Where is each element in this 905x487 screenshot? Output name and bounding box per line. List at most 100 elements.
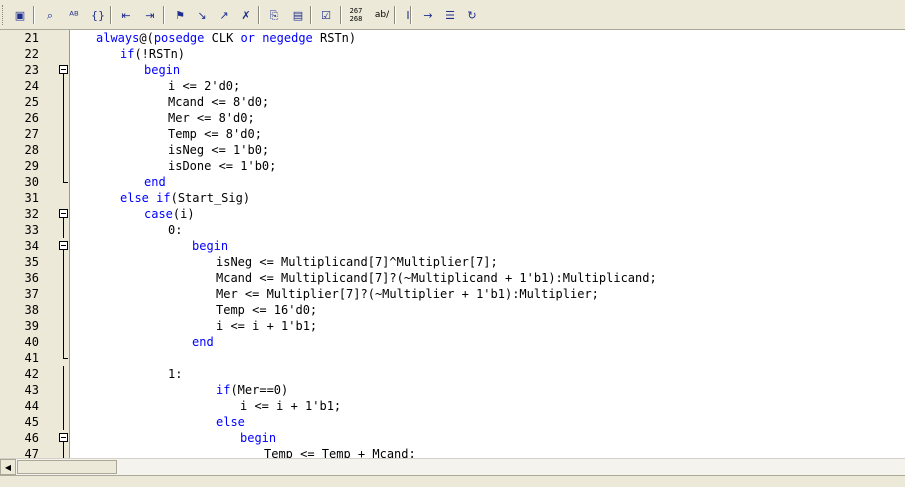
braces-button[interactable]: {} <box>88 5 108 25</box>
code-line[interactable]: 42 1: <box>0 366 905 382</box>
code-line[interactable]: 23 begin <box>0 62 905 78</box>
cursor-button[interactable]: I <box>398 5 418 25</box>
code-line[interactable]: 32 case(i) <box>0 206 905 222</box>
toolbar-separator <box>110 6 111 24</box>
code-line[interactable]: 31 else if(Start_Sig) <box>0 190 905 206</box>
list-button[interactable]: ☰ <box>440 5 460 25</box>
line-number: 29 <box>24 159 39 173</box>
code-line[interactable]: 44 i <= i + 1'b1; <box>0 398 905 414</box>
code-line[interactable]: 30 end <box>0 174 905 190</box>
insert-file-icon: ⎘ <box>269 8 279 22</box>
spell-check-button[interactable]: ab/ <box>372 5 392 25</box>
code-line[interactable]: 28 isNeg <= 1'b0; <box>0 142 905 158</box>
bookmark-toggle-button[interactable]: ⚑ <box>170 5 190 25</box>
line-number: 45 <box>24 415 39 429</box>
code-line[interactable]: 34 begin <box>0 238 905 254</box>
fold-toggle-icon[interactable] <box>59 433 68 442</box>
code-line[interactable]: 38 Temp <= 16'd0; <box>0 302 905 318</box>
bookmark-next-icon: ↘ <box>197 8 207 22</box>
code-token: 1: <box>168 367 183 381</box>
code-text: else <box>216 414 245 430</box>
code-token: (Start_Sig) <box>170 191 251 205</box>
code-token: RSTn) <box>312 31 357 45</box>
code-line[interactable]: 24 i <= 2'd0; <box>0 78 905 94</box>
line-number-button[interactable]: 267 268 <box>346 5 366 25</box>
code-line[interactable]: 35 isNeg <= Multiplicand[7]^Multiplier[7]… <box>0 254 905 270</box>
code-editor[interactable]: 21 always@(posedge CLK or negedge RSTn) 22… <box>0 30 905 458</box>
code-line[interactable]: 29 isDone <= 1'b0; <box>0 158 905 174</box>
fold-guide <box>63 158 64 174</box>
insert-file-button[interactable]: ⎘ <box>264 5 284 25</box>
code-line[interactable]: 41 <box>0 350 905 366</box>
find-button[interactable]: ⌕ <box>40 5 60 25</box>
indent-increase-button[interactable]: ⇥ <box>140 5 160 25</box>
code-line[interactable]: 27 Temp <= 8'd0; <box>0 126 905 142</box>
fold-toggle-icon[interactable] <box>59 241 68 250</box>
tab-arrow-button[interactable]: → <box>418 5 438 25</box>
code-text: i <= i + 1'b1; <box>240 398 341 414</box>
replace-button[interactable]: ᴬᴮ <box>64 5 84 25</box>
code-line[interactable]: 21 always@(posedge CLK or negedge RSTn) <box>0 30 905 46</box>
code-line[interactable]: 26 Mer <= 8'd0; <box>0 110 905 126</box>
code-token: isNeg <= 1'b0; <box>168 143 270 157</box>
fold-toggle-icon[interactable] <box>59 65 68 74</box>
code-line[interactable]: 47 Temp <= Temp + Mcand; <box>0 446 905 458</box>
scrollbar-thumb[interactable] <box>17 460 117 474</box>
line-number: 38 <box>24 303 39 317</box>
keyword: if <box>156 191 171 205</box>
code-line[interactable]: 36 Mcand <= Multiplicand[7]?(~Multiplican… <box>0 270 905 286</box>
bookmark-next-button[interactable]: ↘ <box>192 5 212 25</box>
window-button[interactable]: ▣ <box>10 5 30 25</box>
toolbar-separator <box>310 6 311 24</box>
toolbar-separator <box>33 6 34 24</box>
fold-guide <box>63 318 64 334</box>
fold-toggle-icon[interactable] <box>59 209 68 218</box>
code-text: Temp <= 16'd0; <box>216 302 317 318</box>
code-line[interactable]: 40 end <box>0 334 905 350</box>
code-text: end <box>144 174 166 190</box>
code-token: Mer <= Multiplier[7]?(~Multiplier + 1'b1… <box>216 287 599 301</box>
horizontal-scrollbar[interactable]: ◀ <box>0 458 905 475</box>
line-number: 31 <box>24 191 39 205</box>
code-token: i <= i + 1'b1; <box>240 399 342 413</box>
line-number: 30 <box>24 175 39 189</box>
code-line[interactable]: 33 0: <box>0 222 905 238</box>
code-text: 1: <box>168 366 182 382</box>
line-number: 41 <box>24 351 39 365</box>
keyword: else <box>216 415 245 429</box>
indent-decrease-button[interactable]: ⇤ <box>116 5 136 25</box>
editor-toolbar: ▣ ⌕ ᴬᴮ {} ⇤ ⇥ ⚑ ↘ ↗ ✗ ⎘ ▤ ☑ 267 268 ab/I → ☰ ↻ <box>0 0 905 30</box>
keyword: posedge <box>153 31 205 45</box>
line-number: 40 <box>24 335 39 349</box>
refresh-icon: ↻ <box>467 8 477 22</box>
toolbar-grip[interactable] <box>2 5 6 25</box>
code-text: Mcand <= Multiplicand[7]?(~Multiplicand … <box>216 270 657 286</box>
line-number: 43 <box>24 383 39 397</box>
bookmark-clear-button[interactable]: ✗ <box>236 5 256 25</box>
code-text: begin <box>192 238 228 254</box>
spell-check-icon: ab/ <box>374 9 390 20</box>
code-token: Mcand <= Multiplicand[7]?(~Multiplicand … <box>216 271 657 285</box>
code-text: Mer <= 8'd0; <box>168 110 255 126</box>
code-token: @( <box>139 31 154 45</box>
bookmark-prev-button[interactable]: ↗ <box>214 5 234 25</box>
code-line[interactable]: 22 if(!RSTn) <box>0 46 905 62</box>
keyword: else <box>120 191 149 205</box>
code-line[interactable]: 45 else <box>0 414 905 430</box>
toolbar-separator <box>258 6 259 24</box>
check-button[interactable]: ☑ <box>316 5 336 25</box>
code-line[interactable]: 37 Mer <= Multiplier[7]?(~Multiplier + 1'… <box>0 286 905 302</box>
code-text: else if(Start_Sig) <box>120 190 250 206</box>
keyword: if <box>216 383 231 397</box>
code-line[interactable]: 46 begin <box>0 430 905 446</box>
fold-guide <box>63 350 64 358</box>
code-text: Mer <= Multiplier[7]?(~Multiplier + 1'b1… <box>216 286 599 302</box>
template-button[interactable]: ▤ <box>288 5 308 25</box>
code-line[interactable]: 43 if(Mer==0) <box>0 382 905 398</box>
code-line[interactable]: 25 Mcand <= 8'd0; <box>0 94 905 110</box>
code-line[interactable]: 39 i <= i + 1'b1; <box>0 318 905 334</box>
fold-guide <box>63 382 64 398</box>
scroll-left-button[interactable]: ◀ <box>0 459 16 475</box>
code-token: i <= 2'd0; <box>168 79 241 93</box>
refresh-button[interactable]: ↻ <box>462 5 482 25</box>
